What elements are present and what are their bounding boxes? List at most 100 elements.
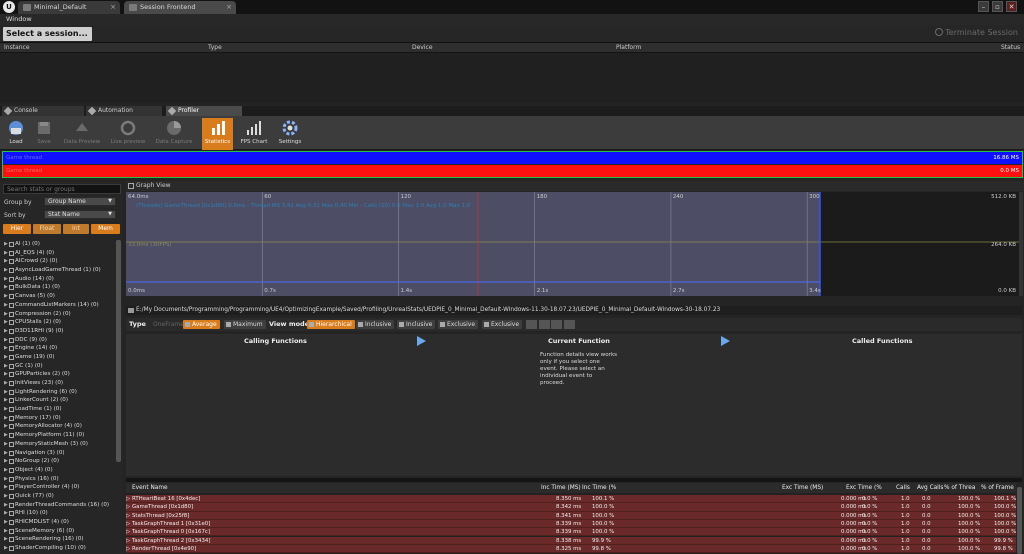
stat-group-item[interactable]: ▶ Compression (2) (0) [3, 310, 116, 319]
graph-view[interactable]: 64.0ms 33.0ms (30FPS) 0.0ms 512.0 KB 264… [126, 192, 1022, 296]
expand-arrow-icon[interactable]: ▶ [4, 440, 8, 449]
type-average-option[interactable]: Average [183, 320, 220, 329]
column-exc-time-ms[interactable]: Exc Time (MS) [782, 485, 823, 491]
expand-arrow-icon[interactable]: ▶ [4, 544, 8, 553]
stat-group-item[interactable]: ▶ BulkData (1) (0) [3, 283, 116, 292]
tab-automation[interactable]: Automation [86, 106, 162, 116]
option-toggle-button[interactable] [539, 320, 550, 329]
stat-group-item[interactable]: ▶ Engine (14) (0) [3, 344, 116, 353]
expand-arrow-icon[interactable]: ▶ [4, 527, 8, 536]
view-inclusive-option[interactable]: Inclusive [356, 320, 395, 329]
stat-group-item[interactable]: ▶ Object (4) (0) [3, 466, 116, 475]
filter-float-button[interactable]: Float [33, 224, 61, 234]
expand-arrow-icon[interactable]: ▶ [4, 327, 8, 336]
table-row[interactable]: ▷ TaskGraphThread 1 [0x31e0] 8.339 ms 100.0… [126, 519, 1016, 529]
stat-group-item[interactable]: ▶ GPUParticles (2) (0) [3, 370, 116, 379]
session-select-dropdown[interactable]: Select a session... ▾ [3, 27, 92, 52]
game-thread-bar[interactable]: Game thread 16.86 MS [3, 152, 1022, 164]
stat-group-item[interactable]: ▶ MemoryAllocator (4) (0) [3, 422, 116, 431]
expand-arrow-icon[interactable]: ▶ [4, 414, 8, 423]
filter-mem-button[interactable]: Mem [91, 224, 120, 234]
expand-arrow-icon[interactable]: ▷ [126, 528, 130, 536]
view-hierarchical-option[interactable]: Hierarchical [307, 320, 355, 329]
expand-arrow-icon[interactable]: ▷ [126, 512, 130, 520]
expand-arrow-icon[interactable]: ▶ [4, 257, 8, 266]
column-inc-time-pct[interactable]: Inc Time (% [582, 485, 616, 491]
fps-chart-button[interactable]: FPS Chart [237, 118, 271, 150]
stat-group-item[interactable]: ▶ LightRendering (6) (0) [3, 388, 116, 397]
stat-group-item[interactable]: ▶ DDC (9) (0) [3, 336, 116, 345]
expand-arrow-icon[interactable]: ▶ [4, 344, 8, 353]
expand-arrow-icon[interactable]: ▷ [126, 495, 130, 503]
maximize-button[interactable]: ▫ [992, 1, 1003, 12]
search-input[interactable] [3, 184, 121, 194]
expand-arrow-icon[interactable]: ▶ [4, 336, 8, 345]
stat-group-item[interactable]: ▶ CPUStalls (2) (0) [3, 318, 116, 327]
expand-arrow-icon[interactable]: ▶ [4, 301, 8, 310]
stat-group-item[interactable]: ▶ InitViews (23) (0) [3, 379, 116, 388]
expand-arrow-icon[interactable]: ▶ [4, 501, 8, 510]
stat-group-item[interactable]: ▶ Navigation (3) (0) [3, 449, 116, 458]
stat-group-item[interactable]: ▶ Physics (16) (0) [3, 475, 116, 484]
menu-window[interactable]: Window [6, 15, 32, 23]
instance-list[interactable] [0, 53, 1024, 103]
expand-arrow-icon[interactable]: ▷ [126, 503, 130, 511]
stat-group-item[interactable]: ▶ Quick (77) (0) [3, 492, 116, 501]
expand-arrow-icon[interactable]: ▶ [4, 353, 8, 362]
expand-arrow-icon[interactable]: ▶ [4, 310, 8, 319]
expand-arrow-icon[interactable]: ▷ [126, 520, 130, 528]
stat-group-item[interactable]: ▶ RHI (10) (0) [3, 509, 116, 518]
expand-arrow-icon[interactable]: ▶ [4, 240, 8, 249]
table-row[interactable]: ▷ StatsThread [0x25f8] 8.341 ms 100.0 % 0.0 0… [126, 511, 1016, 520]
table-row[interactable]: ▷ TaskGraphThread 2 [0x3434] 8.338 ms 99.9 … [126, 536, 1016, 545]
close-button[interactable]: ✕ [1006, 1, 1017, 12]
stat-group-item[interactable]: ▶ Canvas (5) (0) [3, 292, 116, 301]
stat-group-item[interactable]: ▶ MemoryStaticMesh (3) (0) [3, 440, 116, 449]
column-calls[interactable]: Calls [896, 485, 910, 491]
column-pct-thread[interactable]: % of Threa [944, 485, 975, 491]
render-thread-bar[interactable]: Game thread 0.0 MS [3, 165, 1022, 177]
expand-arrow-icon[interactable]: ▶ [4, 249, 8, 258]
load-button[interactable]: Load [3, 118, 29, 150]
graph-scrollbar[interactable] [1019, 192, 1023, 296]
stat-group-item[interactable]: ▶ ShaderCompiling (10) (0) [3, 544, 116, 553]
table-row[interactable]: ▷ GameThread [0x1d80] 8.342 ms 100.0 % 0.000… [126, 503, 1016, 512]
statistics-button[interactable]: Statistics [202, 118, 233, 150]
option-dropdown-button[interactable] [551, 320, 562, 329]
stat-group-item[interactable]: ▶ AI_EQS (4) (0) [3, 249, 116, 258]
expand-arrow-icon[interactable]: ▶ [4, 457, 8, 466]
expand-arrow-icon[interactable]: ▶ [4, 431, 8, 440]
tab-profiler[interactable]: Profiler [166, 106, 242, 116]
stat-group-item[interactable]: ▶ NoGroup (2) (0) [3, 457, 116, 466]
expand-arrow-icon[interactable]: ▶ [4, 318, 8, 327]
stat-group-item[interactable]: ▶ LoadTime (1) (0) [3, 405, 116, 414]
expand-arrow-icon[interactable]: ▶ [4, 466, 8, 475]
live-preview-button[interactable]: Live preview [107, 118, 149, 150]
view-exclusive-option[interactable]: Exclusive [438, 320, 479, 329]
stat-list-scrollbar[interactable] [116, 240, 121, 462]
column-avg-calls[interactable]: Avg Calls [917, 485, 943, 491]
stat-group-item[interactable]: ▶ Game (19) (0) [3, 353, 116, 362]
stat-group-item[interactable]: ▶ Audio (14) (0) [3, 275, 116, 284]
view-exclusive-flat-option[interactable]: Exclusive [482, 320, 523, 329]
tab-session-frontend[interactable]: Session Frontend × [124, 1, 236, 14]
stat-group-item[interactable]: ▶ AsyncLoadGameThread (1) (0) [3, 266, 116, 275]
expand-arrow-icon[interactable]: ▶ [4, 449, 8, 458]
settings-button[interactable]: Settings [276, 118, 304, 150]
option-toggle-button[interactable] [526, 320, 537, 329]
expand-arrow-icon[interactable]: ▶ [4, 370, 8, 379]
column-pct-frame[interactable]: % of Frame [981, 485, 1014, 491]
group-by-dropdown[interactable]: Group Name ▼ [44, 197, 116, 206]
option-toggle-button[interactable] [564, 320, 575, 329]
stat-group-item[interactable]: ▶ AICrowd (2) (0) [3, 257, 116, 266]
column-inc-time-ms[interactable]: Inc Time (MS) [541, 485, 581, 491]
column-status[interactable]: Status [1001, 44, 1020, 51]
event-table-scrollbar[interactable] [1017, 487, 1022, 554]
data-preview-button[interactable]: Data Preview [59, 118, 105, 150]
expand-arrow-icon[interactable]: ▶ [4, 379, 8, 388]
stat-group-item[interactable]: ▶ MemoryPlatform (11) (0) [3, 431, 116, 440]
stat-group-item[interactable]: ▶ RHICMDLIST (4) (0) [3, 518, 116, 527]
expand-arrow-icon[interactable]: ▶ [4, 266, 8, 275]
stat-group-item[interactable]: ▶ SceneMemory (6) (0) [3, 527, 116, 536]
tab-console[interactable]: Console [2, 106, 84, 116]
